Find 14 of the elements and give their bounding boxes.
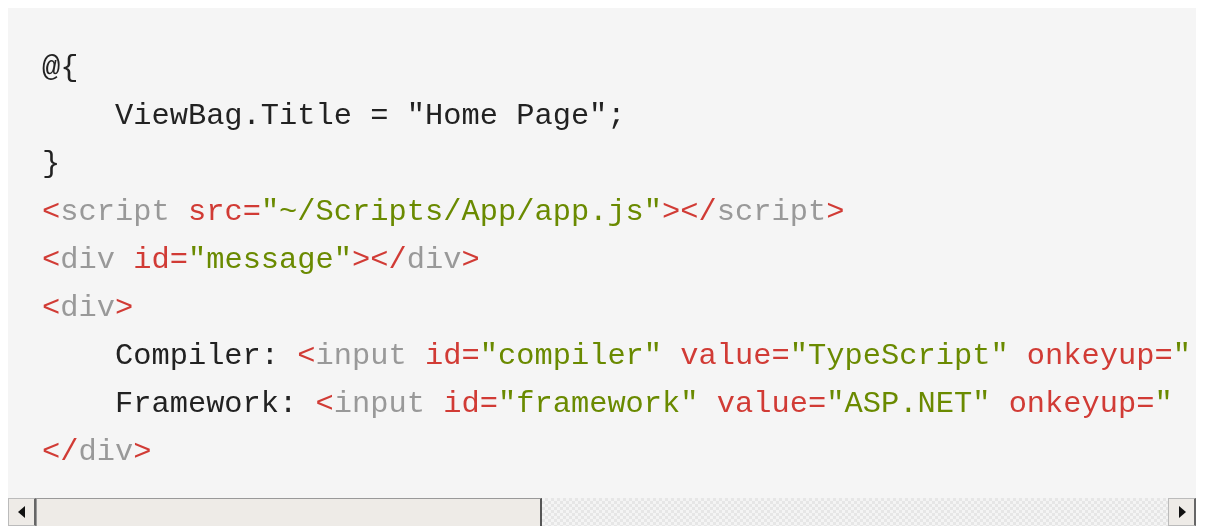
code-line: } <box>42 146 61 183</box>
scroll-right-button[interactable] <box>1168 498 1196 526</box>
scrollbar-thumb[interactable] <box>36 498 542 526</box>
code-line: @{ <box>42 50 79 87</box>
code-line: <script src="~/Scripts/App/app.js"></script> <box>42 194 845 231</box>
scroll-left-button[interactable] <box>8 498 36 526</box>
code-line: </div> <box>42 434 152 471</box>
code-line: <div> <box>42 290 134 327</box>
code-line: Compiler: <input id="compiler" value="TypeScript" onkeyup=" <box>113 338 1191 375</box>
code-line: <div id="message"></div> <box>42 242 480 279</box>
code-line: ViewBag.Title = "Home Page"; <box>113 98 626 135</box>
right-triangle-icon <box>1177 506 1186 518</box>
code-line: Framework: <input id="framework" value="ASP.NET" onkeyup=" <box>113 386 1173 423</box>
left-triangle-icon <box>17 506 26 518</box>
